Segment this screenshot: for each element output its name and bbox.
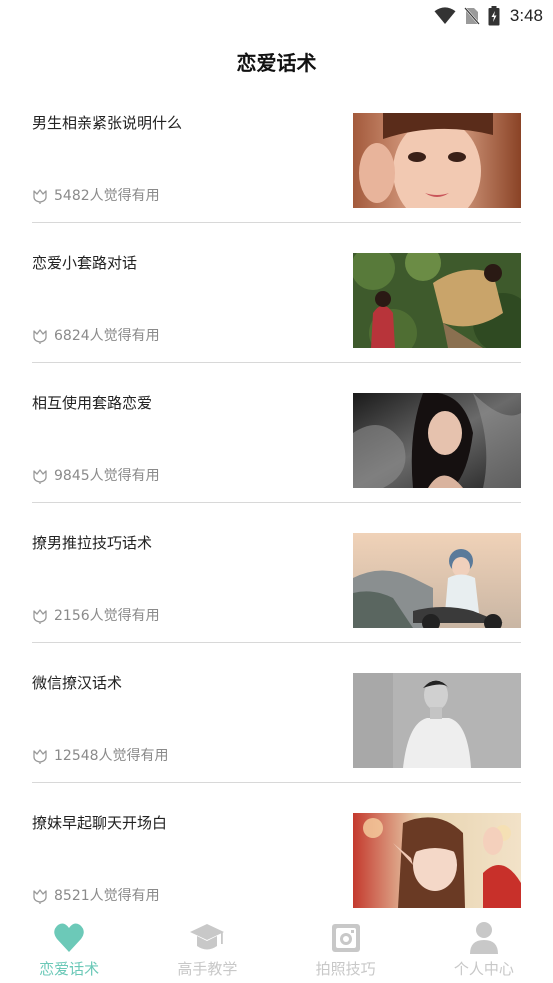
girl-elf-ears-thumbnail[interactable] xyxy=(353,813,521,908)
likes-count: 6824人觉得有用 xyxy=(54,328,160,344)
list-item[interactable]: 男生相亲紧张说明什么 5482人觉得有用 xyxy=(32,112,521,252)
tulip-icon xyxy=(33,189,47,204)
woman-dark-fabric-thumbnail[interactable] xyxy=(353,393,521,488)
tulip-icon xyxy=(33,469,47,484)
tab-label: 高手教学 xyxy=(177,960,238,978)
likes-count: 8521人觉得有用 xyxy=(54,888,160,904)
wifi-icon xyxy=(434,7,456,24)
item-likes: 8521人觉得有用 xyxy=(32,885,160,907)
tab-photo-tips[interactable]: 拍照技巧 xyxy=(277,908,415,983)
divider xyxy=(32,782,521,783)
likes-count: 9845人觉得有用 xyxy=(54,468,160,484)
bottom-tab-bar: 恋爱话术 高手教学 拍照技巧 个人中心 xyxy=(0,908,553,983)
item-title: 撩妹早起聊天开场白 xyxy=(32,814,168,832)
battery-icon xyxy=(488,6,500,26)
man-grayscale-thumbnail[interactable] xyxy=(353,673,521,768)
tab-label: 拍照技巧 xyxy=(315,960,376,978)
tulip-icon xyxy=(33,749,47,764)
likes-count: 5482人觉得有用 xyxy=(54,188,160,204)
portrait-close-up-thumbnail[interactable] xyxy=(353,113,521,208)
item-likes: 5482人觉得有用 xyxy=(32,185,160,207)
status-bar: 3:48 xyxy=(0,0,553,32)
tab-label: 恋爱话术 xyxy=(39,960,100,978)
girl-scooter-thumbnail[interactable] xyxy=(353,533,521,628)
tulip-icon xyxy=(33,889,47,904)
item-title: 男生相亲紧张说明什么 xyxy=(32,114,183,132)
divider xyxy=(32,502,521,503)
item-likes: 12548人觉得有用 xyxy=(32,745,169,767)
person-icon xyxy=(469,920,499,956)
camera-icon xyxy=(331,920,361,956)
item-title: 相互使用套路恋爱 xyxy=(32,394,153,412)
couple-forest-thumbnail[interactable] xyxy=(353,253,521,348)
tab-profile[interactable]: 个人中心 xyxy=(415,908,553,983)
likes-count: 2156人觉得有用 xyxy=(54,608,160,624)
list-item[interactable]: 恋爱小套路对话 6824人觉得有用 xyxy=(32,252,521,392)
list-item[interactable]: 撩男推拉技巧话术 2156人觉得有用 xyxy=(32,532,521,672)
article-list: 男生相亲紧张说明什么 5482人觉得有用 恋爱小套路对话 6824人觉得有用 相… xyxy=(32,112,521,952)
item-title: 撩男推拉技巧话术 xyxy=(32,534,153,552)
item-likes: 9845人觉得有用 xyxy=(32,465,160,487)
list-item[interactable]: 相互使用套路恋爱 9845人觉得有用 xyxy=(32,392,521,532)
status-icons: 3:48 xyxy=(434,5,543,27)
list-item[interactable]: 微信撩汉话术 12548人觉得有用 xyxy=(32,672,521,812)
tulip-icon xyxy=(33,609,47,624)
page-title: 恋爱话术 xyxy=(236,51,317,75)
divider xyxy=(32,642,521,643)
item-title: 微信撩汉话术 xyxy=(32,674,123,692)
tab-expert-teaching[interactable]: 高手教学 xyxy=(138,908,276,983)
tulip-icon xyxy=(33,329,47,344)
no-sim-icon xyxy=(464,7,480,25)
tab-dating-scripts[interactable]: 恋爱话术 xyxy=(0,908,138,983)
divider xyxy=(32,222,521,223)
item-title: 恋爱小套路对话 xyxy=(32,254,138,272)
item-likes: 6824人觉得有用 xyxy=(32,325,160,347)
divider xyxy=(32,362,521,363)
likes-count: 12548人觉得有用 xyxy=(54,748,169,764)
tab-label: 个人中心 xyxy=(453,960,514,978)
status-time: 3:48 xyxy=(509,6,543,25)
heart-icon xyxy=(53,920,85,956)
item-likes: 2156人觉得有用 xyxy=(32,605,160,627)
graduation-cap-icon xyxy=(189,920,225,956)
